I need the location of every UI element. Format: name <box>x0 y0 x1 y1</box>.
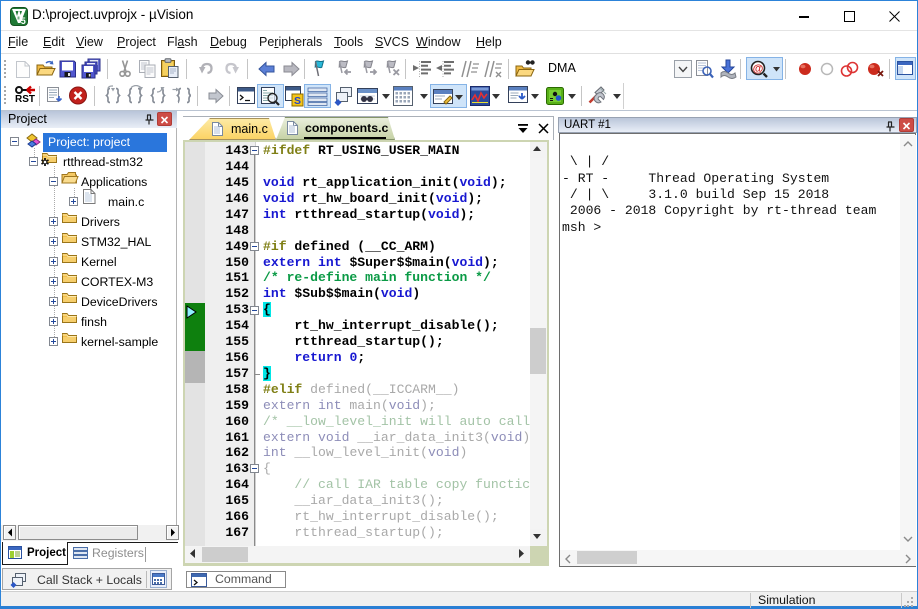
svg-text:S: S <box>294 95 301 107</box>
svg-text:@: @ <box>753 63 764 75</box>
svg-text:5: 5 <box>21 16 26 26</box>
